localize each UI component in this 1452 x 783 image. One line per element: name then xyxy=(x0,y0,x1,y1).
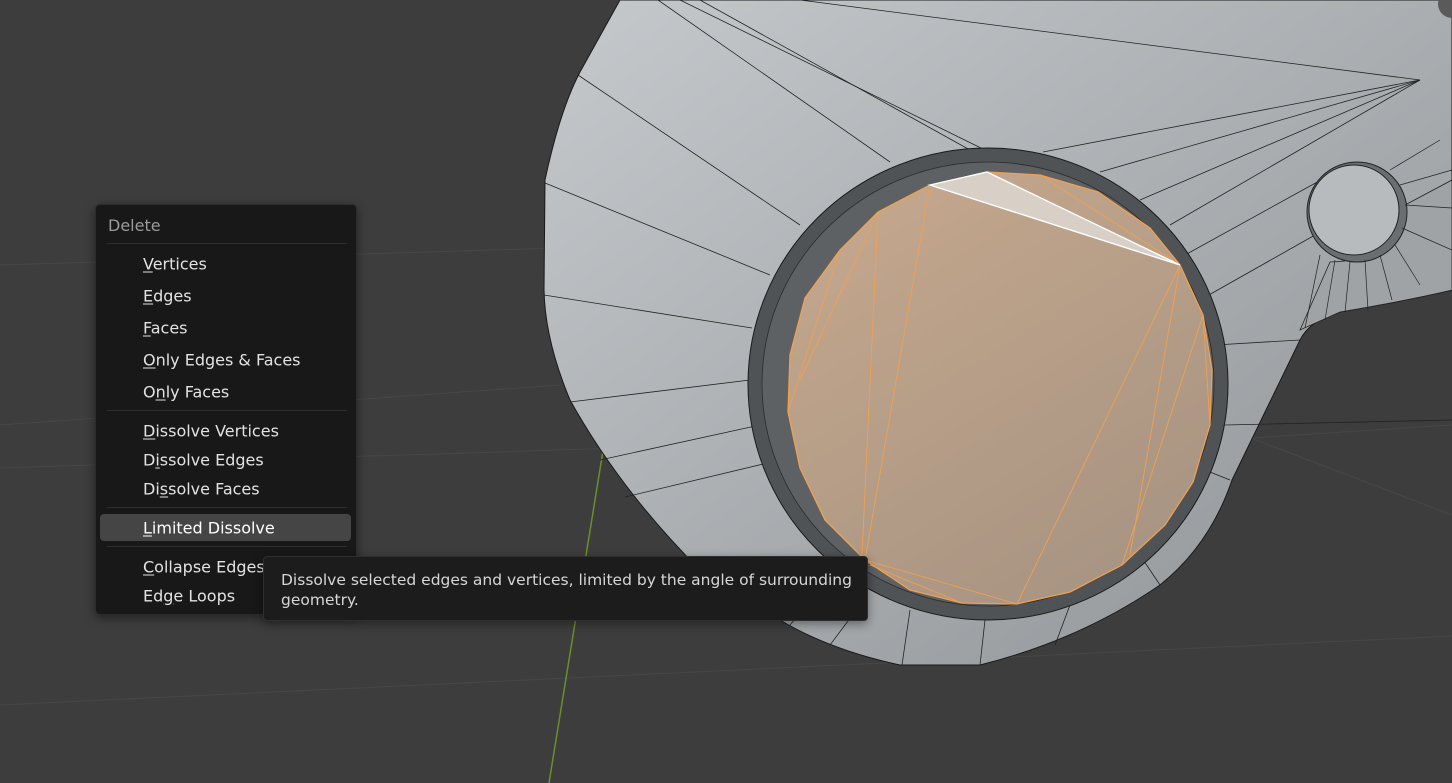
menu-separator xyxy=(107,546,347,547)
menu-item-vertices[interactable]: Vertices xyxy=(100,250,351,277)
menu-separator xyxy=(107,243,347,244)
menu-item-limited-dissolve[interactable]: Limited Dissolve xyxy=(100,514,351,541)
tooltip-text: Dissolve selected edges and vertices, li… xyxy=(281,571,852,609)
menu-item-only-faces[interactable]: Only Faces xyxy=(100,378,351,405)
delete-menu: Delete Vertices Edges Faces Only Edges &… xyxy=(95,204,357,615)
tooltip: Dissolve selected edges and vertices, li… xyxy=(263,556,868,621)
menu-item-dissolve-vertices[interactable]: Dissolve Vertices xyxy=(100,417,351,444)
menu-separator xyxy=(107,507,347,508)
menu-item-faces[interactable]: Faces xyxy=(100,314,351,341)
menu-title: Delete xyxy=(108,216,161,235)
menu-item-dissolve-faces[interactable]: Dissolve Faces xyxy=(100,475,351,502)
menu-separator xyxy=(107,410,347,411)
menu-item-edges[interactable]: Edges xyxy=(100,282,351,309)
menu-item-dissolve-edges[interactable]: Dissolve Edges xyxy=(100,446,351,473)
menu-item-only-edges-faces[interactable]: Only Edges & Faces xyxy=(100,346,351,373)
